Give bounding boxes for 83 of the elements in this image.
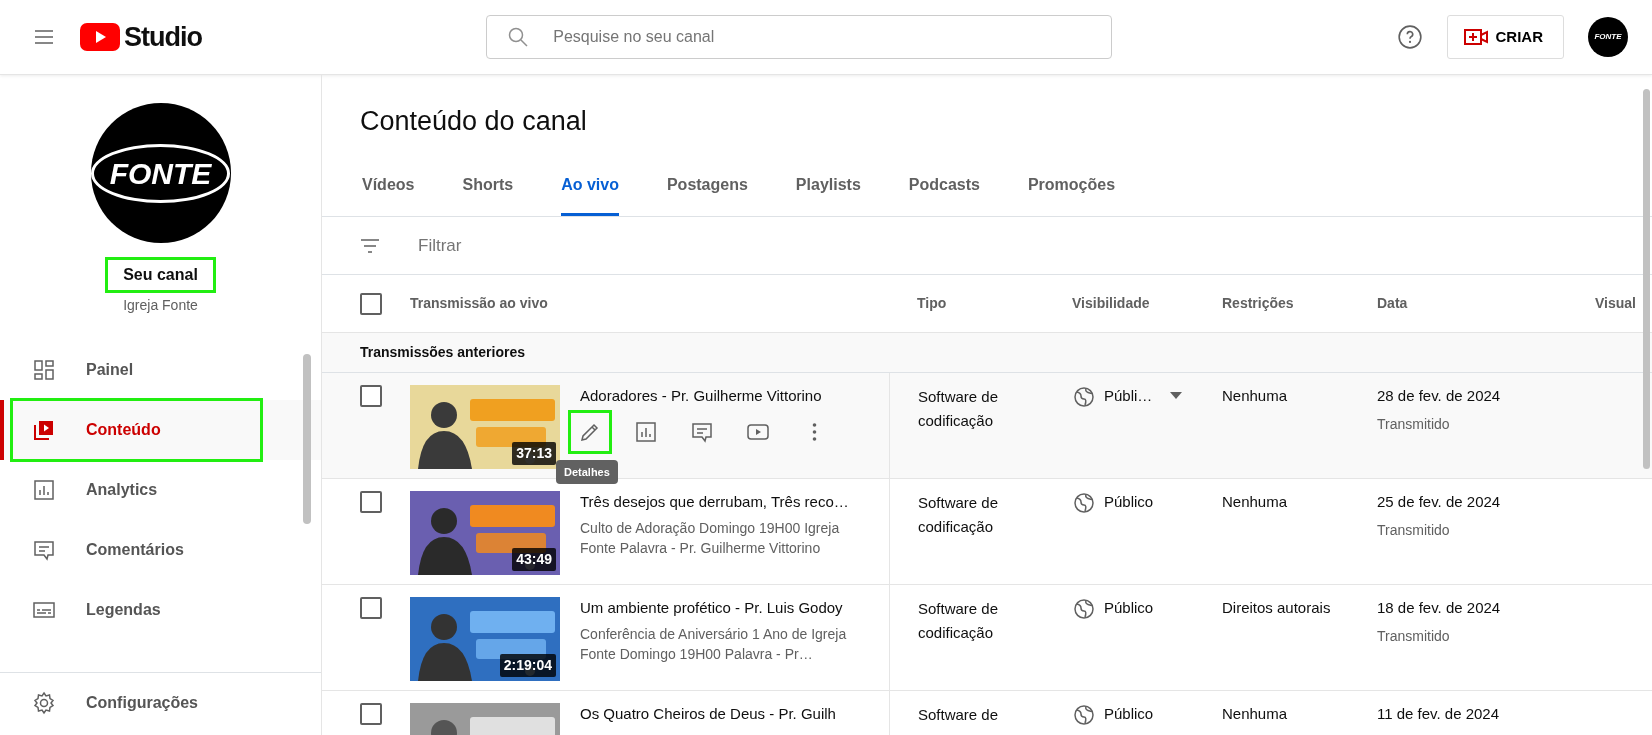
settings-icon	[32, 691, 56, 715]
sidebar-item[interactable]: Comentários	[0, 520, 321, 580]
tab[interactable]: Ao vivo	[561, 173, 619, 217]
duration-badge: 2:19:04	[499, 654, 556, 678]
page-title: Conteúdo do canal	[360, 105, 588, 138]
table-row[interactable]	[322, 585, 1652, 692]
checkbox[interactable]	[360, 385, 382, 408]
globe-icon	[1072, 385, 1096, 410]
restrictions-text: Nenhuma	[1222, 386, 1289, 407]
date-text: 11 de fev. de 2024	[1377, 704, 1501, 725]
type-text: Software de codificação	[918, 387, 1000, 432]
column-header: Visibilidade	[1072, 294, 1151, 314]
type-text: Software de codificação	[918, 599, 1000, 644]
restrictions-text: Nenhuma	[1222, 704, 1289, 725]
channel-link[interactable]: Seu canal	[107, 259, 214, 291]
sidebar-item[interactable]: Painel	[0, 340, 321, 400]
table-row[interactable]: 43:49 Três desejos que derrubam, Três reco… Culto de Adoração Domingo 19H00 Igreja Fonte Palavra - Pr. Guilherme Vittorino Software de codificação Público Nenhuma 25 de fev. de 2024 Transmitido	[322, 479, 1652, 586]
visibility-text: Público	[1104, 704, 1154, 725]
column-header: Visual	[1595, 294, 1637, 314]
channel-name: Igreja Fonte	[123, 296, 198, 315]
dashboard-icon	[32, 358, 56, 382]
logo-text: Studio	[124, 20, 202, 54]
video-library-icon	[32, 418, 56, 442]
video-title[interactable]: Um ambiente profético - Pr. Luis Godoy	[580, 597, 873, 620]
tab[interactable]: Shorts	[462, 173, 514, 217]
tab[interactable]: Playlists	[795, 173, 861, 217]
video-description: Culto de Adoração Domingo 19H00 Igreja Fonte Palavra - Pr. Guilherme Vittorino	[580, 518, 841, 559]
sidebar-item[interactable]: Legendas	[0, 580, 321, 640]
help-icon	[1396, 24, 1423, 50]
table-row[interactable]: Os Quatro Cheiros de Deus - Pr. Guilh Software de Público Nenhuma 11 de fev. de 2024	[322, 691, 1652, 735]
type-text: Software de	[918, 705, 1000, 726]
add-video-icon	[1463, 27, 1488, 47]
bar-chart-icon	[32, 478, 56, 502]
status-text: Transmitido	[1377, 520, 1451, 540]
column-header: Transmissão ao vivo	[410, 294, 549, 314]
date-text: 28 de fev. de 2024	[1377, 386, 1502, 407]
checkbox[interactable]	[360, 597, 382, 620]
video-title[interactable]: Os Quatro Cheiros de Deus - Pr. Guilh	[580, 703, 873, 726]
date-text: 18 de fev. de 2024	[1377, 598, 1502, 619]
logo-text: FONTE	[90, 143, 231, 203]
status-text: Transmitido	[1377, 414, 1451, 434]
globe-icon	[1072, 491, 1096, 516]
duration-badge: 37:13	[512, 442, 556, 466]
search-field[interactable]: Pesquise no seu canal	[486, 15, 1113, 59]
bar-chart-icon	[634, 419, 658, 444]
section-heading: Transmissões anteriores	[360, 344, 525, 361]
tab[interactable]: Podcasts	[908, 173, 980, 217]
comment-icon	[32, 538, 56, 562]
checkbox[interactable]	[360, 292, 382, 315]
video-title[interactable]: Três desejos que derrubam, Três reco…	[580, 491, 873, 514]
avatar[interactable]: FONTE	[1588, 17, 1628, 57]
filter-field[interactable]: Filtrar	[416, 232, 1652, 260]
tab[interactable]: Postagens	[666, 173, 748, 217]
video-description: Conferência de Aniversário 1 Ano de Igreja Fonte Domingo 19H00 Palavra - Pr…	[580, 624, 848, 665]
checkbox[interactable]	[360, 491, 382, 514]
visibility-text: Público	[1104, 598, 1154, 619]
restrictions-text: Direitos autorais	[1222, 598, 1332, 619]
more-icon	[811, 422, 817, 441]
column-header: Restrições	[1222, 294, 1295, 314]
help-button[interactable]	[1396, 24, 1423, 50]
duration-badge: 43:49	[512, 548, 556, 572]
settings-item[interactable]: Configurações	[0, 673, 321, 733]
scrollbar-thumb[interactable]	[1643, 89, 1650, 469]
globe-icon	[1072, 597, 1096, 622]
restrictions-text: Nenhuma	[1222, 492, 1289, 513]
visibility-text: Públi…	[1104, 386, 1153, 407]
visibility-text: Público	[1104, 492, 1154, 513]
sidebar-item[interactable]: Conteúdo	[0, 400, 321, 460]
sidebar-item[interactable]: Analytics	[0, 460, 321, 520]
type-text: Software de codificação	[918, 493, 1000, 538]
column-header: Tipo	[916, 294, 948, 314]
tab[interactable]: Vídeos	[362, 173, 415, 217]
tooltip: Detalhes	[556, 459, 618, 485]
play-logo-icon	[80, 23, 120, 51]
status-text: Transmitido	[1377, 626, 1451, 646]
column-header: Data	[1377, 294, 1409, 314]
create-button[interactable]: CRIAR	[1446, 15, 1564, 59]
globe-icon	[1072, 703, 1096, 728]
scrollbar-thumb[interactable]	[303, 354, 311, 524]
tab[interactable]: Promoções	[1027, 173, 1116, 217]
checkbox[interactable]	[360, 703, 382, 726]
video-title[interactable]: Adoradores - Pr. Guilherme Vittorino	[580, 385, 873, 408]
date-text: 25 de fev. de 2024	[1377, 492, 1502, 513]
